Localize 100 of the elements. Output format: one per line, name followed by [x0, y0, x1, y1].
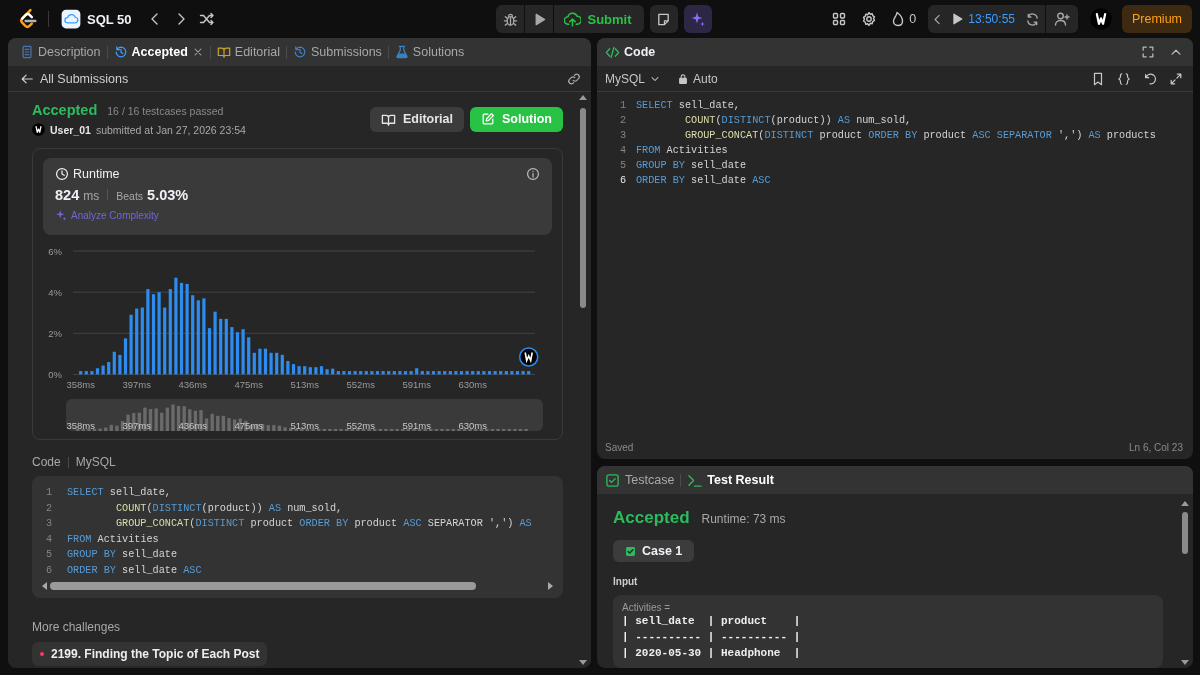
premium-button[interactable]: Premium: [1122, 5, 1192, 33]
table-line: | sell_date | product |: [622, 614, 802, 629]
lock-icon: [677, 72, 689, 85]
line-number: 1: [618, 99, 626, 113]
save-status: Saved: [605, 441, 634, 453]
clock-icon: [55, 167, 69, 181]
testcases-passed: 16 / 16 testcases passed: [107, 105, 224, 117]
maximize-icon[interactable]: [1141, 45, 1155, 59]
table-line: | ---------- | ---------- |: [622, 630, 802, 645]
sparkle-icon: [55, 209, 67, 221]
axis-label: 513ms: [290, 379, 319, 390]
undo-icon[interactable]: [1143, 71, 1157, 86]
cloud-icon: [61, 9, 81, 29]
axis-label: 475ms: [234, 379, 263, 390]
bug-icon: [502, 11, 518, 27]
history-icon: [293, 45, 307, 59]
beats-value: 5.03%: [147, 187, 189, 203]
tab[interactable]: Accepted: [107, 38, 210, 66]
case-tab[interactable]: Case 1: [613, 540, 695, 562]
user-name[interactable]: User_01: [50, 123, 91, 136]
axis-label: 475ms: [234, 420, 263, 431]
line-number: 2: [45, 501, 54, 516]
code-icon: [605, 44, 620, 60]
axis-label: 630ms: [458, 379, 487, 390]
submission-status: Accepted: [32, 102, 98, 118]
code-line: GROUP BY sell_date: [67, 548, 178, 562]
axis-label: 397ms: [122, 379, 151, 390]
horizontal-scrollbar[interactable]: [42, 580, 553, 592]
tab[interactable]: Solutions: [388, 38, 471, 66]
code-label: Code: [32, 455, 61, 469]
axis-label: 6%: [48, 245, 62, 257]
editorial-button[interactable]: Editorial: [370, 106, 464, 132]
challenge-link[interactable]: 2199. Finding the Topic of Each Post: [32, 642, 268, 666]
ai-button[interactable]: [683, 5, 712, 33]
variable-name: Activities =: [622, 602, 672, 613]
user-avatar: [32, 123, 45, 136]
runtime-title: Runtime: [73, 167, 120, 181]
note-button[interactable]: [649, 5, 678, 33]
runtime-unit: ms: [83, 189, 100, 203]
axis-label: 436ms: [178, 379, 207, 390]
histogram-bar: [527, 371, 531, 375]
tab[interactable]: Editorial: [210, 38, 286, 66]
line-number: 5: [618, 159, 626, 173]
book-icon: [216, 45, 231, 59]
tab[interactable]: Test Result: [687, 466, 774, 494]
cloud-upload-icon: [564, 10, 582, 28]
problem-list-button[interactable]: SQL 50: [61, 9, 132, 29]
flask-icon: [394, 45, 409, 59]
history-icon: [113, 45, 128, 59]
axis-label: 2%: [48, 327, 62, 339]
axis-label: 513ms: [290, 420, 319, 431]
axis-label: 358ms: [66, 379, 95, 390]
document-icon: [20, 45, 34, 59]
streak-button[interactable]: 0: [890, 11, 917, 27]
auto-mode-button[interactable]: Auto: [677, 71, 718, 86]
code-line: ORDER BY sell_date ASC: [636, 174, 771, 188]
checkbox-icon: [605, 472, 620, 488]
line-number: 6: [618, 174, 626, 188]
runtime-value: 824: [55, 187, 80, 203]
axis-label: 4%: [48, 286, 62, 298]
tab[interactable]: Description: [14, 38, 107, 66]
info-icon[interactable]: [526, 167, 540, 181]
language-dropdown[interactable]: MySQL: [605, 71, 661, 86]
axis-label: 630ms: [458, 420, 487, 431]
back-link[interactable]: All Submissions: [20, 71, 129, 86]
shuffle-icon: [198, 11, 215, 27]
code-line: SELECT sell_date,: [636, 99, 740, 113]
axis-label: 591ms: [402, 379, 431, 390]
line-number: 3: [618, 129, 626, 143]
result-status: Accepted: [613, 508, 690, 528]
tab[interactable]: Testcase: [605, 466, 675, 494]
tab[interactable]: Submissions: [287, 38, 388, 66]
link-icon[interactable]: [567, 71, 581, 86]
grid-icon: [831, 11, 848, 27]
avatar[interactable]: [1090, 8, 1112, 30]
expand-icon[interactable]: [1169, 71, 1183, 86]
code-line: COUNT(DISTINCT(product)) AS num_sold,: [683, 114, 912, 128]
table-line: | 2020-05-30 | Headphone |: [622, 646, 802, 661]
code-line: FROM Activities: [67, 532, 159, 547]
line-number: 4: [45, 532, 54, 547]
cursor-position: Ln 6, Col 23: [1129, 441, 1183, 453]
play-icon: [950, 12, 965, 26]
add-user-icon: [1054, 11, 1070, 27]
chart-overview-drawing[interactable]: [66, 399, 543, 431]
terminal-icon: [687, 472, 703, 488]
line-number: 5: [45, 548, 54, 562]
axis-label: 436ms: [178, 420, 207, 431]
line-number: 4: [618, 144, 626, 158]
section-title: More challenges: [32, 620, 122, 634]
line-number: 2: [618, 114, 626, 128]
runtime-text: Runtime: 73 ms: [701, 512, 786, 526]
braces-icon[interactable]: [1117, 71, 1131, 86]
axis-label: 397ms: [122, 420, 151, 431]
note-icon: [656, 11, 672, 27]
language-label: MySQL: [75, 455, 116, 469]
bookmark-icon[interactable]: [1091, 71, 1105, 86]
settings-icon: [861, 11, 878, 27]
submitted-time: submitted at Jan 27, 2026 23:54: [95, 123, 246, 136]
axis-label: 552ms: [346, 379, 375, 390]
panel-title: Code: [624, 45, 656, 59]
